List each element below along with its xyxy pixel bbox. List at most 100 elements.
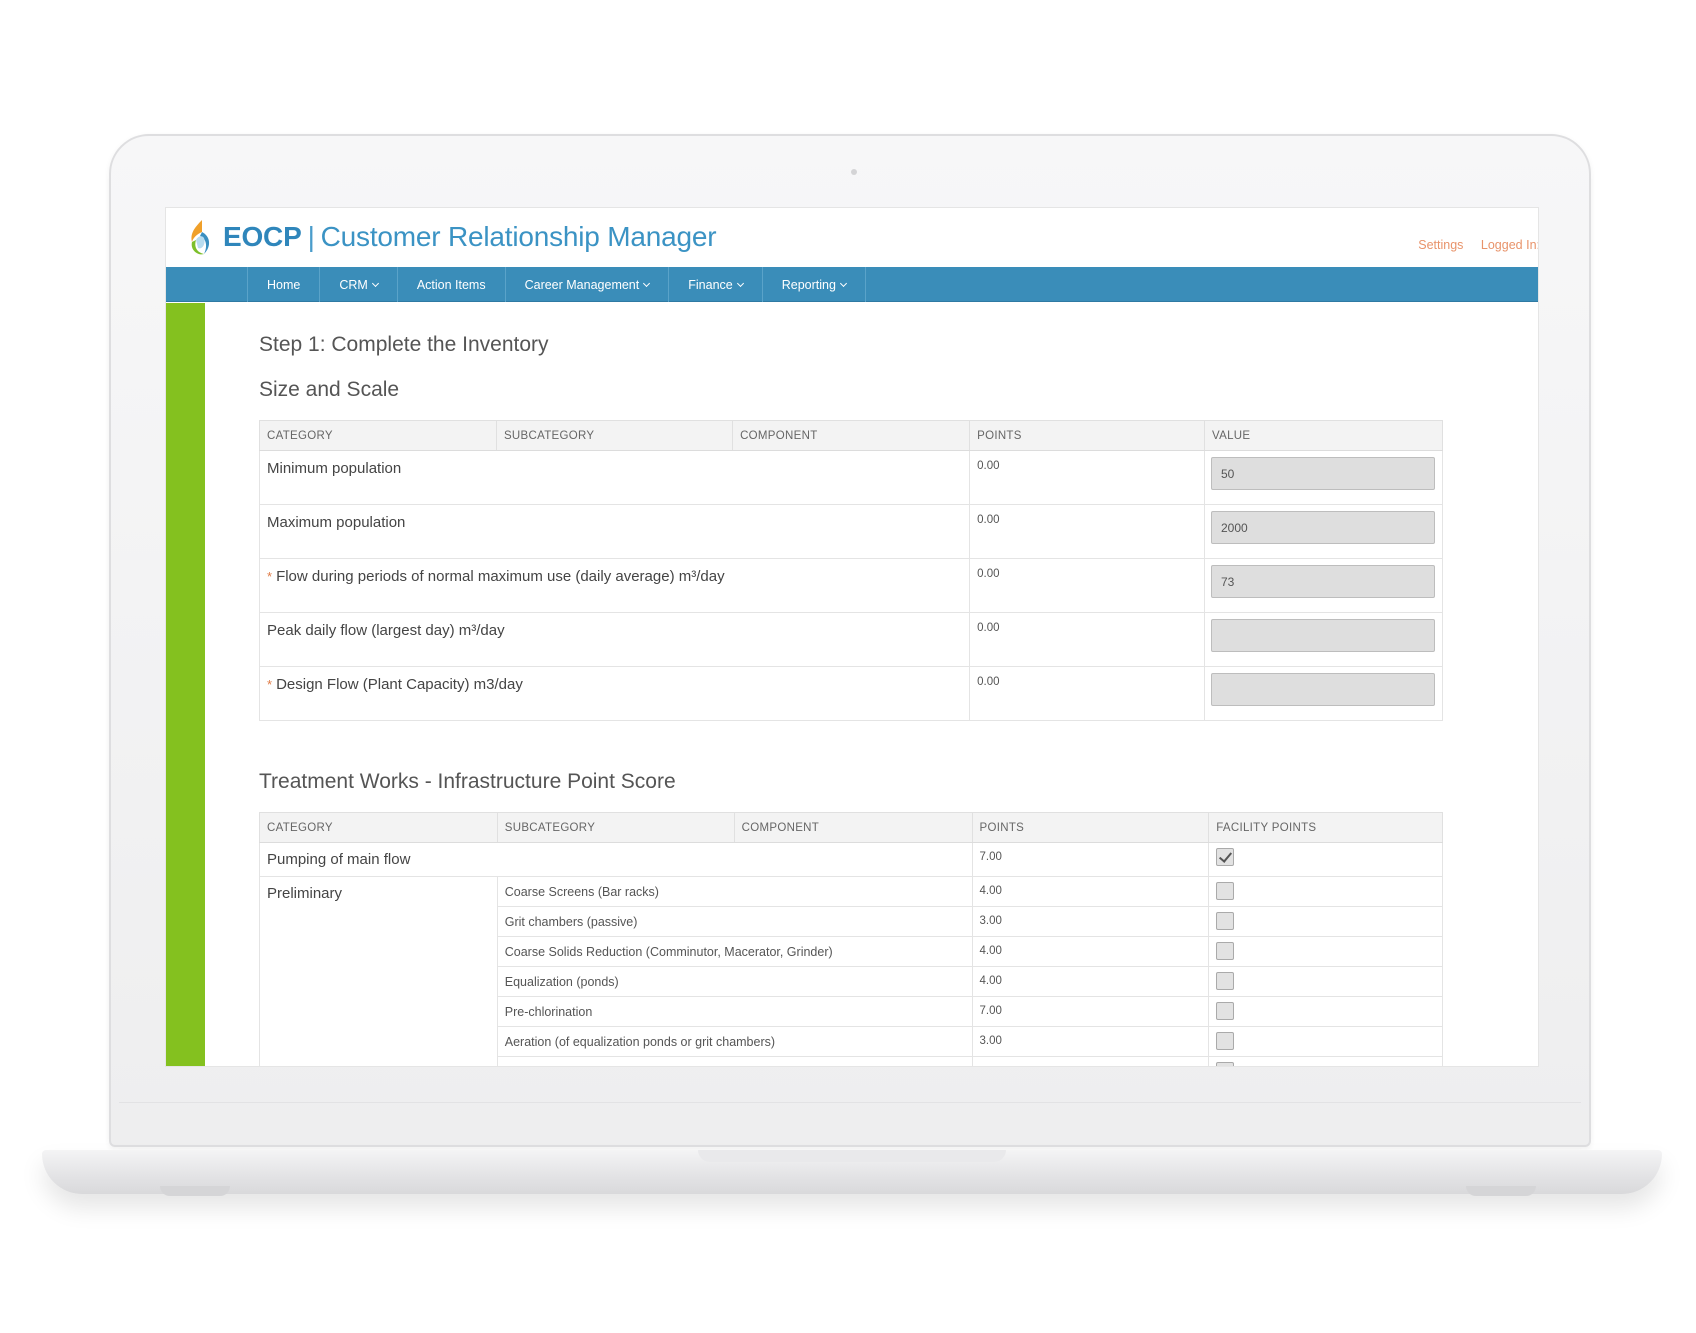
app-header: EOCP | Customer Relationship Manager Setti… bbox=[166, 208, 1538, 267]
checkbox-cell bbox=[1208, 1026, 1443, 1057]
brand-separator: | bbox=[307, 221, 315, 252]
col-subcategory: SUBCATEGORY bbox=[496, 812, 735, 843]
col-points: POINTS bbox=[969, 420, 1205, 451]
points-cell: 0.00 bbox=[969, 558, 1205, 613]
nav-home[interactable]: Home bbox=[248, 267, 321, 302]
lid-bezel-line bbox=[119, 1102, 1581, 1103]
subcategory-label: Grit chambers (passive) bbox=[504, 915, 638, 929]
value-cell: 2000 bbox=[1203, 504, 1444, 559]
chevron-down-icon bbox=[736, 279, 744, 287]
points-cell: 0.00 bbox=[969, 666, 1205, 721]
header-links: Settings Logged In: bbox=[1404, 238, 1538, 252]
col-category: CATEGORY bbox=[259, 420, 497, 451]
subcategory-cell: Coarse Solids Reduction (Comminutor, Mac… bbox=[496, 936, 973, 967]
row-label-cell: Pumping of main flow bbox=[259, 842, 973, 877]
coarse-screens-checkbox[interactable] bbox=[1216, 882, 1235, 900]
subcategory-cell bbox=[496, 1056, 973, 1066]
col-value: VALUE bbox=[1203, 420, 1444, 451]
aeration-checkbox[interactable] bbox=[1216, 1032, 1235, 1050]
equalization-checkbox[interactable] bbox=[1216, 972, 1235, 990]
pre-chlorination-checkbox[interactable] bbox=[1216, 1002, 1235, 1020]
subcategory-label: Equalization (ponds) bbox=[504, 975, 619, 989]
value-cell bbox=[1203, 666, 1444, 721]
design-flow-input[interactable] bbox=[1210, 673, 1435, 706]
category-label: Peak daily flow (largest day) m³/day bbox=[267, 622, 505, 639]
row-label-cell: Minimum population bbox=[258, 450, 971, 505]
nav-action-items[interactable]: Action Items bbox=[398, 267, 506, 302]
col-facility-points: FACILITY POINTS bbox=[1208, 812, 1443, 843]
checkbox-cell bbox=[1208, 842, 1443, 877]
checkbox-cell bbox=[1208, 1056, 1443, 1066]
required-marker: * bbox=[267, 569, 273, 584]
points-value: 0.00 bbox=[977, 622, 1000, 634]
points-value: 4.00 bbox=[979, 885, 1002, 897]
logged-in-link[interactable]: Logged In: bbox=[1481, 238, 1538, 252]
subcategory-cell: Grit chambers (passive) bbox=[496, 906, 973, 937]
main-navbar: Home CRM Action Items Career Management … bbox=[166, 267, 1538, 302]
nav-items: Home CRM Action Items Career Management … bbox=[247, 267, 866, 302]
checkbox-cell bbox=[1208, 906, 1443, 937]
subcategory-cell: Coarse Screens (Bar racks) bbox=[496, 876, 973, 907]
col-component: COMPONENT bbox=[733, 812, 973, 843]
nav-reporting[interactable]: Reporting bbox=[763, 267, 866, 302]
brand-short: EOCP bbox=[223, 221, 302, 252]
chevron-down-icon bbox=[643, 279, 651, 287]
size-scale-title: Size and Scale bbox=[259, 378, 400, 401]
checkbox-cell bbox=[1208, 996, 1443, 1027]
points-value: 0.00 bbox=[977, 514, 1000, 526]
points-cell bbox=[971, 1056, 1210, 1066]
settings-link[interactable]: Settings bbox=[1418, 238, 1463, 252]
points-cell: 7.00 bbox=[971, 842, 1210, 877]
points-value: 4.00 bbox=[979, 945, 1002, 957]
points-value: 0.00 bbox=[977, 676, 1000, 688]
points-value: 3.00 bbox=[979, 915, 1002, 927]
checkbox-cell bbox=[1208, 966, 1443, 997]
normal-max-flow-input[interactable]: 73 bbox=[1210, 565, 1435, 598]
category-label: * Design Flow (Plant Capacity) m3/day bbox=[260, 667, 969, 693]
checkbox-cell bbox=[1208, 936, 1443, 967]
points-cell: 3.00 bbox=[971, 1026, 1210, 1057]
row-label-cell: * Flow during periods of normal maximum u… bbox=[258, 558, 971, 613]
row-label-cell: Maximum population bbox=[258, 504, 971, 559]
nav-career-management-label: Career Management bbox=[524, 277, 640, 292]
subcategory-label: Aeration (of equalization ponds or grit … bbox=[504, 1035, 776, 1049]
table-row: Peak daily flow (largest day) m³/day 0.0… bbox=[258, 612, 1444, 667]
nav-career-management[interactable]: Career Management bbox=[506, 267, 670, 302]
nav-reporting-label: Reporting bbox=[781, 277, 836, 292]
laptop-foot-left bbox=[160, 1186, 230, 1196]
table-row: * Design Flow (Plant Capacity) m3/day 0.0… bbox=[258, 666, 1444, 721]
subcategory-label: Pre-chlorination bbox=[504, 1005, 593, 1019]
nav-action-items-label: Action Items bbox=[416, 277, 486, 292]
subcategory-cell: Equalization (ponds) bbox=[496, 966, 973, 997]
points-value: 7.00 bbox=[979, 851, 1002, 863]
table-row: Maximum population 0.00 2000 bbox=[258, 504, 1444, 559]
side-accent-bar bbox=[166, 303, 205, 1066]
points-cell: 0.00 bbox=[969, 504, 1205, 559]
subcategory-label: Coarse Solids Reduction (Comminutor, Mac… bbox=[504, 945, 833, 959]
step-title: Step 1: Complete the Inventory bbox=[259, 333, 549, 356]
grit-chambers-checkbox[interactable] bbox=[1216, 912, 1235, 930]
chevron-down-icon bbox=[839, 279, 847, 287]
max-population-input[interactable]: 2000 bbox=[1210, 511, 1435, 544]
row-label-cell: * Design Flow (Plant Capacity) m3/day bbox=[258, 666, 971, 721]
nav-home-label: Home bbox=[267, 277, 301, 292]
points-value: 0.00 bbox=[977, 568, 1000, 580]
value-cell bbox=[1203, 612, 1444, 667]
col-component: COMPONENT bbox=[732, 420, 971, 451]
peak-daily-flow-input[interactable] bbox=[1210, 619, 1435, 652]
nav-crm[interactable]: CRM bbox=[320, 267, 398, 302]
category-label-text: Flow during periods of normal maximum us… bbox=[276, 568, 725, 585]
coarse-solids-checkbox[interactable] bbox=[1216, 942, 1235, 960]
points-value: 4.00 bbox=[979, 975, 1002, 987]
points-value: 0.00 bbox=[977, 460, 1000, 472]
table-row: * Flow during periods of normal maximum u… bbox=[258, 558, 1444, 613]
pumping-checkbox[interactable] bbox=[1216, 848, 1235, 866]
points-cell: 7.00 bbox=[971, 996, 1210, 1027]
subcategory-cell: Pre-chlorination bbox=[496, 996, 973, 1027]
app-screen: EOCP | Customer Relationship Manager Setti… bbox=[165, 207, 1539, 1067]
points-cell: 0.00 bbox=[969, 450, 1205, 505]
points-cell: 0.00 bbox=[969, 612, 1205, 667]
nav-finance[interactable]: Finance bbox=[669, 267, 763, 302]
min-population-input[interactable]: 50 bbox=[1210, 457, 1435, 490]
next-row-checkbox[interactable] bbox=[1216, 1062, 1235, 1066]
